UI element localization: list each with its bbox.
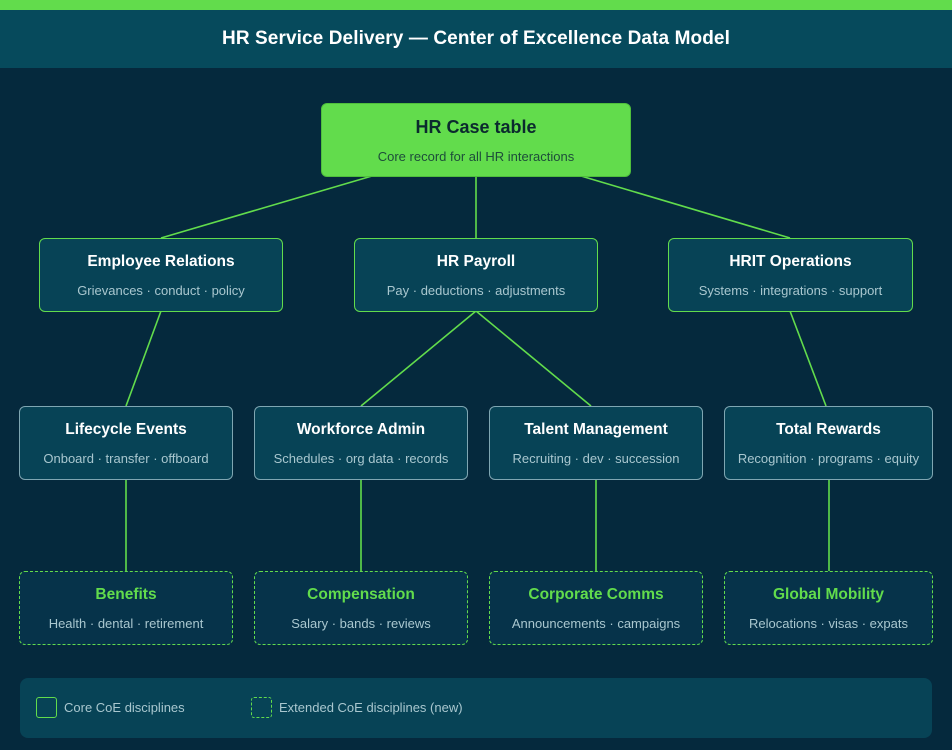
node-title: HR Case table [415,116,537,137]
node-title: HRIT Operations [729,252,852,270]
node-subtitle: Recognition · programs · equity [737,450,920,466]
node-subtitle: Systems · integrations · support [698,282,883,298]
connector-root-hrit-operations [580,175,791,239]
node-subtitle: Recruiting · dev · succession [512,450,680,466]
node-subtitle: Grievances · conduct · policy [77,282,245,298]
node-title: Global Mobility [772,585,885,603]
node-title: Total Rewards [776,420,881,438]
workforce-admin-node[interactable]: Workforce Admin Schedules · org data · r… [254,406,468,480]
connector-payroll-talent [475,310,592,407]
node-title: Corporate Comms [528,585,664,603]
legend-label-core: Core CoE disciplines [64,700,185,715]
node-subtitle: Salary · bands · reviews [291,615,431,631]
connector-payroll-workforce [360,310,477,407]
legend-item-core: Core CoE disciplines [36,697,185,718]
node-title: Talent Management [524,420,668,438]
node-title: Lifecycle Events [65,420,187,438]
corporate-comms-node[interactable]: Corporate Comms Announcements · campaign… [489,571,703,645]
node-title: HR Payroll [436,252,516,270]
node-subtitle: Onboard · transfer · offboard [43,450,209,466]
hrit-operations-node[interactable]: HRIT Operations Systems · integrations ·… [668,238,913,312]
global-mobility-node[interactable]: Global Mobility Relocations · visas · ex… [724,571,933,645]
node-subtitle: Announcements · campaigns [511,615,681,631]
core-swatch-icon [36,697,57,718]
compensation-node[interactable]: Compensation Salary · bands · reviews [254,571,468,645]
node-subtitle: Health · dental · retirement [48,615,204,631]
extended-swatch-icon [251,697,272,718]
lifecycle-events-node[interactable]: Lifecycle Events Onboard · transfer · of… [19,406,233,480]
talent-management-node[interactable]: Talent Management Recruiting · dev · suc… [489,406,703,480]
hr-case-table-node[interactable]: HR Case table Core record for all HR int… [321,103,631,177]
legend-item-extended: Extended CoE disciplines (new) [251,697,463,718]
legend-label-extended: Extended CoE disciplines (new) [279,700,463,715]
total-rewards-node[interactable]: Total Rewards Recognition · programs · e… [724,406,933,480]
legend: Core CoE disciplines Extended CoE discip… [20,678,932,738]
node-subtitle: Pay · deductions · adjustments [386,282,566,298]
node-title: Workforce Admin [296,420,426,438]
node-title: Compensation [307,585,415,603]
connector-hrit-total-rewards [789,310,827,407]
node-subtitle: Core record for all HR interactions [377,148,575,164]
benefits-node[interactable]: Benefits Health · dental · retirement [19,571,233,645]
node-title: Benefits [95,585,157,603]
node-subtitle: Relocations · visas · expats [749,615,908,631]
node-title: Employee Relations [87,252,235,270]
hr-payroll-node[interactable]: HR Payroll Pay · deductions · adjustment… [354,238,598,312]
node-subtitle: Schedules · org data · records [273,450,449,466]
connector-root-employee-relations [160,175,373,239]
employee-relations-node[interactable]: Employee Relations Grievances · conduct … [39,238,283,312]
connector-employee-relations-lifecycle [125,310,162,407]
